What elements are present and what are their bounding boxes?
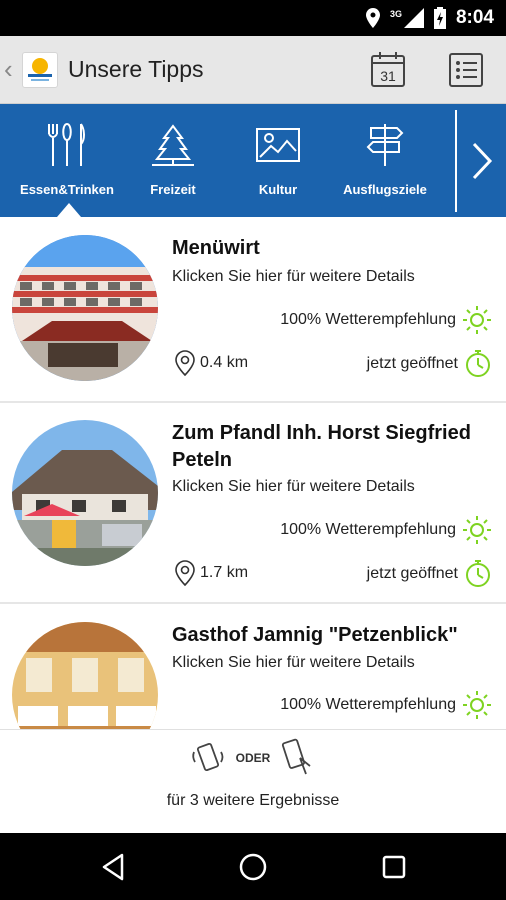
more-results-footer[interactable]: ODER für 3 weitere Ergebnisse (0, 729, 506, 833)
tab-divider (455, 110, 457, 212)
status-text: jetzt geöffnet (366, 355, 458, 372)
item-name: Gasthof Jamnig "Petzenblick" (172, 624, 458, 646)
app-logo[interactable] (22, 52, 58, 88)
item-subtitle: Klicken Sie hier für weitere Details (172, 478, 415, 495)
more-results-text: für 3 weitere Ergebnisse (166, 792, 340, 809)
tab-label: Ausflugsziele (343, 182, 427, 197)
item-name: Menüwirt (172, 237, 260, 259)
list-view-button[interactable] (446, 50, 486, 90)
tab-label: Essen&Trinken (20, 182, 114, 197)
weather-text: 100% Wetterempfehlung (280, 521, 456, 538)
nav-recents-button[interactable] (378, 851, 410, 883)
location-pin-icon (175, 560, 195, 587)
item-photo (12, 420, 158, 566)
list-item[interactable]: Zum Pfandl Inh. Horst Siegfried Peteln K… (0, 403, 506, 604)
location-icon (365, 8, 380, 28)
weather-recommendation: 100% Wetterempfehlung (280, 690, 492, 720)
or-label: ODER (235, 751, 271, 765)
signpost-icon (366, 124, 404, 166)
item-photo (12, 235, 158, 381)
item-name: Zum Pfandl Inh. Horst Siegfried Peteln (172, 422, 471, 471)
tab-freizeit[interactable]: Freizeit (134, 104, 212, 217)
page-title: Unsere Tipps (68, 56, 204, 82)
signal-icon (403, 8, 424, 28)
recents-square-icon (382, 855, 406, 879)
selected-tab-pointer (57, 203, 81, 217)
back-triangle-icon (102, 853, 124, 881)
item-photo (12, 622, 158, 729)
sun-icon (463, 516, 491, 544)
weather-text: 100% Wetterempfehlung (280, 696, 456, 713)
tab-label: Freizeit (150, 182, 196, 197)
list-item[interactable]: Gasthof Jamnig "Petzenblick" Klicken Sie… (0, 604, 506, 729)
back-icon[interactable]: ‹ (4, 54, 13, 85)
status-bar: 3G 8:04 (0, 0, 506, 36)
app-bar: ‹ Unsere Tipps 31 (0, 36, 506, 104)
tab-label: Kultur (258, 182, 298, 197)
results-list: Menüwirt Klicken Sie hier für weitere De… (0, 217, 506, 729)
timer-icon (466, 350, 490, 377)
system-nav-bar (0, 833, 506, 900)
nav-home-button[interactable] (237, 851, 269, 883)
status-text: jetzt geöffnet (366, 565, 458, 582)
picture-icon (256, 128, 300, 162)
next-tabs-button[interactable] (466, 140, 496, 187)
chevron-right-icon (472, 142, 493, 180)
calendar-day: 31 (380, 68, 396, 84)
opening-status: jetzt geöffnet (367, 349, 492, 379)
item-distance: 0.4 km (174, 349, 248, 377)
shake-phone-icon (191, 742, 224, 772)
calendar-icon: 31 (371, 52, 405, 87)
network-type: 3G (389, 9, 402, 19)
category-tabs: Essen&Trinken Freizeit Kultur Ausflugszi… (0, 104, 506, 217)
opening-status: jetzt geöffnet (367, 559, 492, 589)
tab-kultur[interactable]: Kultur (242, 104, 314, 217)
timer-icon (466, 560, 490, 587)
cutlery-icon (48, 122, 85, 166)
clock: 8:04 (455, 7, 494, 28)
sun-icon (463, 306, 491, 334)
distance-text: 1.7 km (200, 564, 249, 581)
location-pin-icon (175, 350, 195, 377)
tab-essen-trinken[interactable]: Essen&Trinken (14, 104, 120, 217)
list-item[interactable]: Menüwirt Klicken Sie hier für weitere De… (0, 217, 506, 403)
battery-icon (433, 7, 446, 29)
tap-phone-icon (282, 738, 311, 775)
nav-back-button[interactable] (98, 851, 130, 883)
home-circle-icon (239, 853, 267, 881)
list-icon (449, 53, 483, 87)
weather-recommendation: 100% Wetterempfehlung (280, 305, 492, 335)
calendar-button[interactable]: 31 (368, 50, 408, 90)
weather-recommendation: 100% Wetterempfehlung (280, 515, 492, 545)
distance-text: 0.4 km (200, 354, 249, 371)
weather-text: 100% Wetterempfehlung (280, 311, 456, 328)
item-subtitle: Klicken Sie hier für weitere Details (172, 654, 415, 671)
tab-ausflugsziele[interactable]: Ausflugsziele (336, 104, 434, 217)
tree-icon (152, 124, 194, 166)
item-subtitle: Klicken Sie hier für weitere Details (172, 268, 415, 285)
sun-icon (463, 691, 491, 719)
item-distance: 1.7 km (174, 559, 248, 587)
